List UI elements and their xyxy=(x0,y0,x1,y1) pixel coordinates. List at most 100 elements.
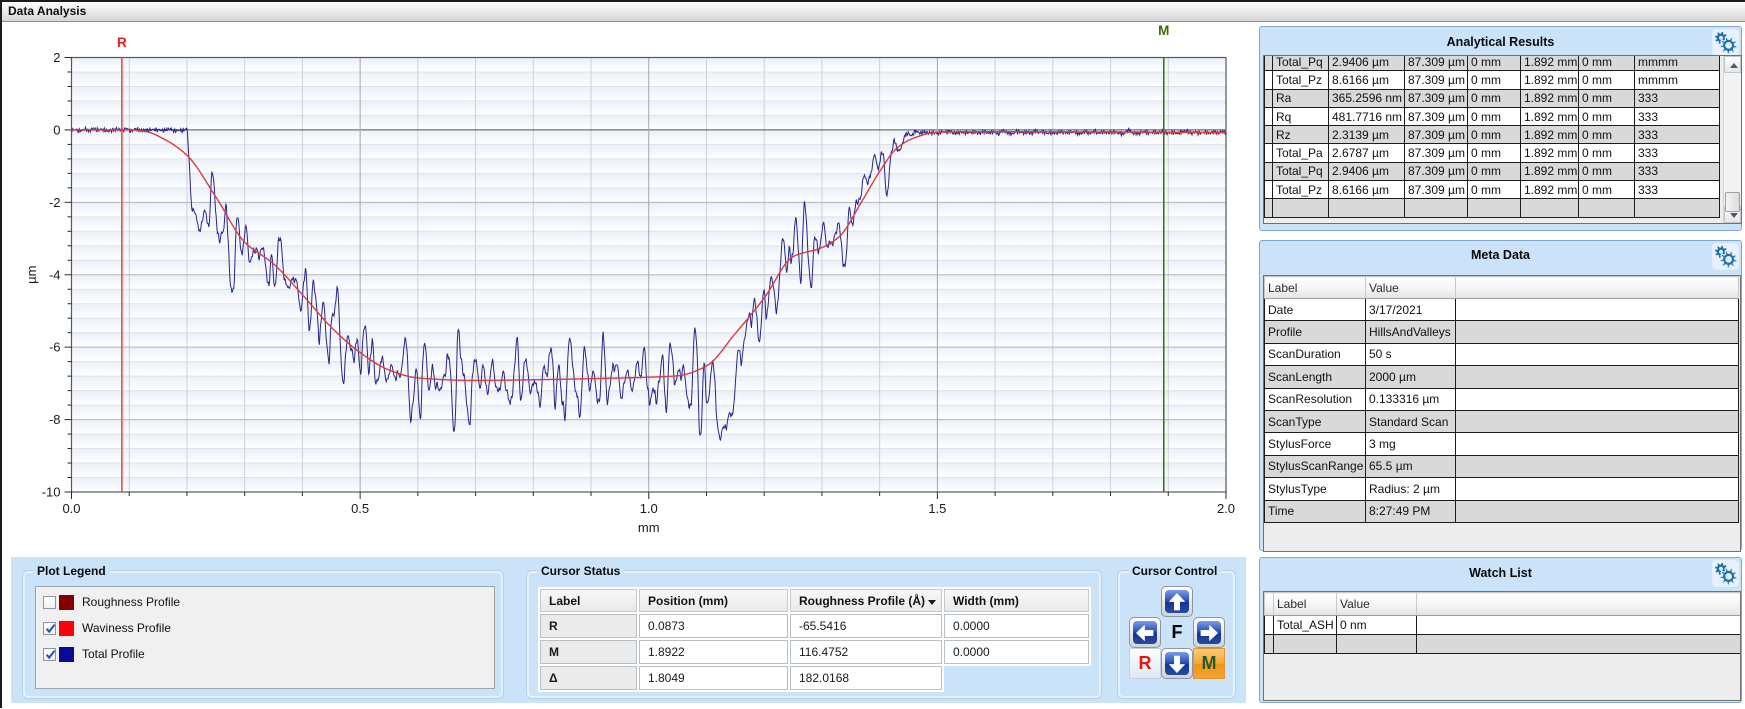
legend-checkbox[interactable] xyxy=(43,622,56,635)
svg-text:0.5: 0.5 xyxy=(351,501,369,516)
meta-data-row[interactable]: Time8:27:49 PM xyxy=(1265,500,1739,522)
meta-data-row[interactable]: Date3/17/2021 xyxy=(1265,299,1739,321)
svg-text:-2: -2 xyxy=(49,195,61,210)
grid-cell xyxy=(1635,199,1720,217)
analytical-results-row[interactable]: Total_Pq2.9406 µm87.309 µm0 mm1.892 mm0 … xyxy=(1265,162,1720,180)
grid-cell: 2000 µm xyxy=(1366,366,1456,388)
watch-list-settings-button[interactable] xyxy=(1712,560,1739,587)
grid-cell: 333 xyxy=(1635,126,1720,144)
legend-checkbox[interactable] xyxy=(43,648,56,661)
window-titlebar[interactable]: Data Analysis xyxy=(0,0,1745,22)
cursor-status-cell: M xyxy=(540,640,637,664)
watch-list-row[interactable] xyxy=(1265,635,1741,654)
plot-grid xyxy=(72,58,1227,493)
cursor-status-row-R[interactable]: R0.0873-65.54160.0000 xyxy=(540,614,1089,638)
grid-cell xyxy=(1456,388,1739,410)
grid-cell: 87.309 µm xyxy=(1405,89,1468,107)
cursor-status-column-header[interactable]: Roughness Profile (Å) xyxy=(790,589,942,612)
cursor-right-button[interactable] xyxy=(1193,617,1225,648)
grid-cell: 3/17/2021 xyxy=(1366,299,1456,321)
analytical-results-row[interactable]: Rz2.3139 µm87.309 µm0 mm1.892 mm0 mm333 xyxy=(1265,126,1720,144)
meta-data-row[interactable]: ScanResolution0.133316 µm xyxy=(1265,388,1739,410)
grid-cell: 0.133316 µm xyxy=(1366,388,1456,410)
triangle-up-icon xyxy=(1730,63,1738,68)
analytical-results-row[interactable]: Total_Pq2.9406 µm87.309 µm0 mm1.892 mm0 … xyxy=(1265,55,1720,71)
svg-text:0.0: 0.0 xyxy=(62,501,80,516)
meta-data-row[interactable]: StylusForce3 mg xyxy=(1265,433,1739,455)
watch-list-row[interactable]: Total_ASH0 nm xyxy=(1265,616,1741,635)
grid-cell: Total_Pq xyxy=(1273,162,1329,180)
grid-cell: 0 mm xyxy=(1468,107,1521,125)
grid-cell: Total_Pq xyxy=(1273,55,1329,71)
cursor-down-button[interactable] xyxy=(1161,648,1193,679)
grid-cell: 1.892 mm xyxy=(1521,71,1579,89)
grid-cell: Total_ASH xyxy=(1274,616,1337,635)
grid-cell: 1.892 mm xyxy=(1521,55,1579,71)
grid-cell: 87.309 µm xyxy=(1405,181,1468,199)
cursor-focus-button[interactable]: F xyxy=(1161,617,1193,648)
cursor-status-cell: Δ xyxy=(540,666,637,690)
grid-cell: Rq xyxy=(1273,107,1329,125)
grid-cell xyxy=(1274,635,1337,654)
meta-data-row[interactable]: ScanTypeStandard Scan xyxy=(1265,410,1739,432)
cursor-label-m[interactable]: M xyxy=(1158,23,1169,38)
cursor-left-button[interactable] xyxy=(1129,617,1161,648)
vertical-scrollbar[interactable] xyxy=(1723,56,1741,223)
analytical-results-row[interactable]: Rq481.7716 nm87.309 µm0 mm1.892 mm0 mm33… xyxy=(1265,107,1720,125)
analytical-results-settings-button[interactable] xyxy=(1712,29,1739,56)
analytical-results-row[interactable]: Ra365.2596 nm87.309 µm0 mm1.892 mm0 mm33… xyxy=(1265,89,1720,107)
svg-text:2: 2 xyxy=(53,50,60,65)
grid-cell: Total_Pz xyxy=(1273,181,1329,199)
cursor-control-title: Cursor Control xyxy=(1128,564,1221,578)
meta-data-row[interactable]: ProfileHillsAndValleys xyxy=(1265,321,1739,343)
scrollbar-thumb[interactable] xyxy=(1725,192,1740,212)
grid-cell: 0 mm xyxy=(1579,126,1635,144)
cursor-measure-button[interactable]: M xyxy=(1193,648,1225,679)
grid-cell xyxy=(1417,635,1741,654)
cursor-label-r[interactable]: R xyxy=(117,35,127,50)
grid-cell: 1.892 mm xyxy=(1521,181,1579,199)
column-header xyxy=(1456,277,1739,299)
legend-color-swatch xyxy=(59,595,74,610)
meta-data-settings-button[interactable] xyxy=(1712,243,1739,270)
grid-cell: 1.892 mm xyxy=(1521,107,1579,125)
watch-list-panel: Watch List LabelValueTotal_ASH0 nm xyxy=(1259,557,1742,703)
grid-cell: 87.309 µm xyxy=(1405,162,1468,180)
plot-legend-title: Plot Legend xyxy=(33,564,110,578)
svg-text:-6: -6 xyxy=(49,340,61,355)
grid-cell: 2.3139 µm xyxy=(1329,126,1405,144)
grid-cell: 1.892 mm xyxy=(1521,162,1579,180)
cursor-reference-button[interactable]: R xyxy=(1129,648,1161,679)
cursor-status-title: Cursor Status xyxy=(537,564,624,578)
grid-cell: 0 mm xyxy=(1579,89,1635,107)
cursor-status-header-row: LabelPosition (mm)Roughness Profile (Å)W… xyxy=(540,589,1089,612)
analytical-results-row[interactable] xyxy=(1265,199,1720,217)
grid-cell: 1.892 mm xyxy=(1521,89,1579,107)
meta-data-row[interactable]: StylusScanRange65.5 µm xyxy=(1265,455,1739,477)
cursor-status-row-Δ[interactable]: Δ1.8049182.0168 xyxy=(540,666,1089,690)
cursor-up-button[interactable] xyxy=(1161,586,1193,617)
grid-cell xyxy=(1456,433,1739,455)
grid-cell: 8:27:49 PM xyxy=(1366,500,1456,522)
grid-cell: 333 xyxy=(1635,181,1720,199)
grid-cell: 1.892 mm xyxy=(1521,126,1579,144)
profile-plot[interactable]: 0.00.51.01.52.020-2-4-6-8-10mmµmRM xyxy=(2,22,1246,555)
legend-item-waviness-profile: Waviness Profile xyxy=(43,620,171,636)
cursor-status-table: LabelPosition (mm)Roughness Profile (Å)W… xyxy=(538,587,1091,692)
grid-cell: 3 mg xyxy=(1366,433,1456,455)
grid-cell: 87.309 µm xyxy=(1405,107,1468,125)
column-dropdown-icon[interactable] xyxy=(928,600,936,605)
meta-data-row[interactable]: ScanLength2000 µm xyxy=(1265,366,1739,388)
legend-checkbox[interactable] xyxy=(43,596,56,609)
triangle-down-icon xyxy=(1730,213,1738,218)
cursor-status-column-header: Position (mm) xyxy=(639,589,788,612)
meta-data-row[interactable]: ScanDuration50 s xyxy=(1265,343,1739,365)
cursor-status-row-M[interactable]: M1.8922116.47520.0000 xyxy=(540,640,1089,664)
analytical-results-row[interactable]: Total_Pz8.6166 µm87.309 µm0 mm1.892 mm0 … xyxy=(1265,181,1720,199)
analytical-results-row[interactable]: Total_Pz8.6166 µm87.309 µm0 mm1.892 mm0 … xyxy=(1265,71,1720,89)
cursor-status-empty-cell xyxy=(944,666,1089,690)
grid-cell: Total_Pz xyxy=(1273,71,1329,89)
analytical-results-row[interactable]: Total_Pa2.6787 µm87.309 µm0 mm1.892 mm0 … xyxy=(1265,144,1720,162)
meta-data-row[interactable]: StylusTypeRadius: 2 µm xyxy=(1265,478,1739,500)
scroll-up-button[interactable] xyxy=(1724,56,1741,73)
